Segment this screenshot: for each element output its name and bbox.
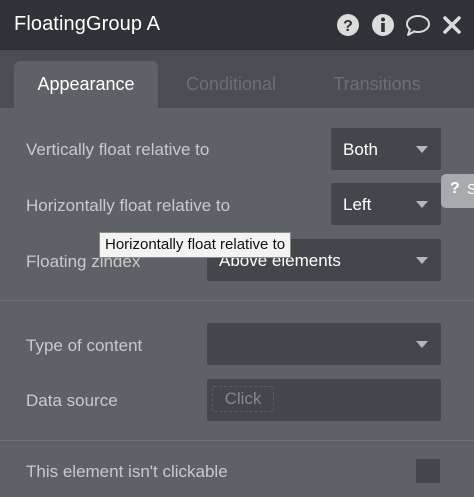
data-source-label: Data source (26, 391, 118, 410)
chevron-down-icon (416, 341, 428, 348)
vertical-float-select[interactable]: Both (331, 128, 441, 170)
type-of-content-select[interactable] (207, 323, 441, 365)
chevron-down-icon (416, 201, 428, 208)
horizontal-float-label: Horizontally float relative to (26, 196, 231, 215)
chevron-down-icon (416, 146, 428, 153)
help-circle-icon[interactable]: ? (335, 12, 361, 38)
section-divider (0, 300, 474, 301)
horizontal-float-value: Left (343, 195, 372, 214)
tab-conditional[interactable]: Conditional (170, 61, 292, 108)
chevron-down-icon (416, 257, 428, 264)
help-question-icon: ? (450, 180, 460, 197)
side-help-tab[interactable]: ? S (441, 174, 474, 208)
data-source-click-button[interactable]: Click (212, 386, 274, 412)
tab-bar: Appearance Conditional Transitions (0, 50, 474, 108)
tooltip: Horizontally float relative to (99, 232, 292, 258)
vertical-float-value: Both (343, 140, 378, 159)
comment-icon[interactable] (404, 12, 432, 38)
help-tab-label: S (467, 181, 474, 198)
not-clickable-label: This element isn't clickable (26, 462, 228, 481)
section-divider (0, 440, 474, 441)
vertical-float-label: Vertically float relative to (26, 140, 210, 159)
svg-text:?: ? (343, 18, 353, 35)
info-circle-icon[interactable] (370, 12, 396, 38)
not-clickable-checkbox[interactable] (416, 459, 440, 483)
window-header: FloatingGroup A ? (0, 0, 474, 50)
type-of-content-label: Type of content (26, 336, 143, 355)
data-source-field[interactable]: Click (207, 379, 441, 421)
tab-appearance[interactable]: Appearance (14, 61, 158, 108)
close-icon[interactable] (440, 12, 464, 38)
horizontal-float-select[interactable]: Left (331, 183, 441, 225)
tab-transitions[interactable]: Transitions (316, 61, 438, 108)
window-title: FloatingGroup A (14, 13, 161, 35)
